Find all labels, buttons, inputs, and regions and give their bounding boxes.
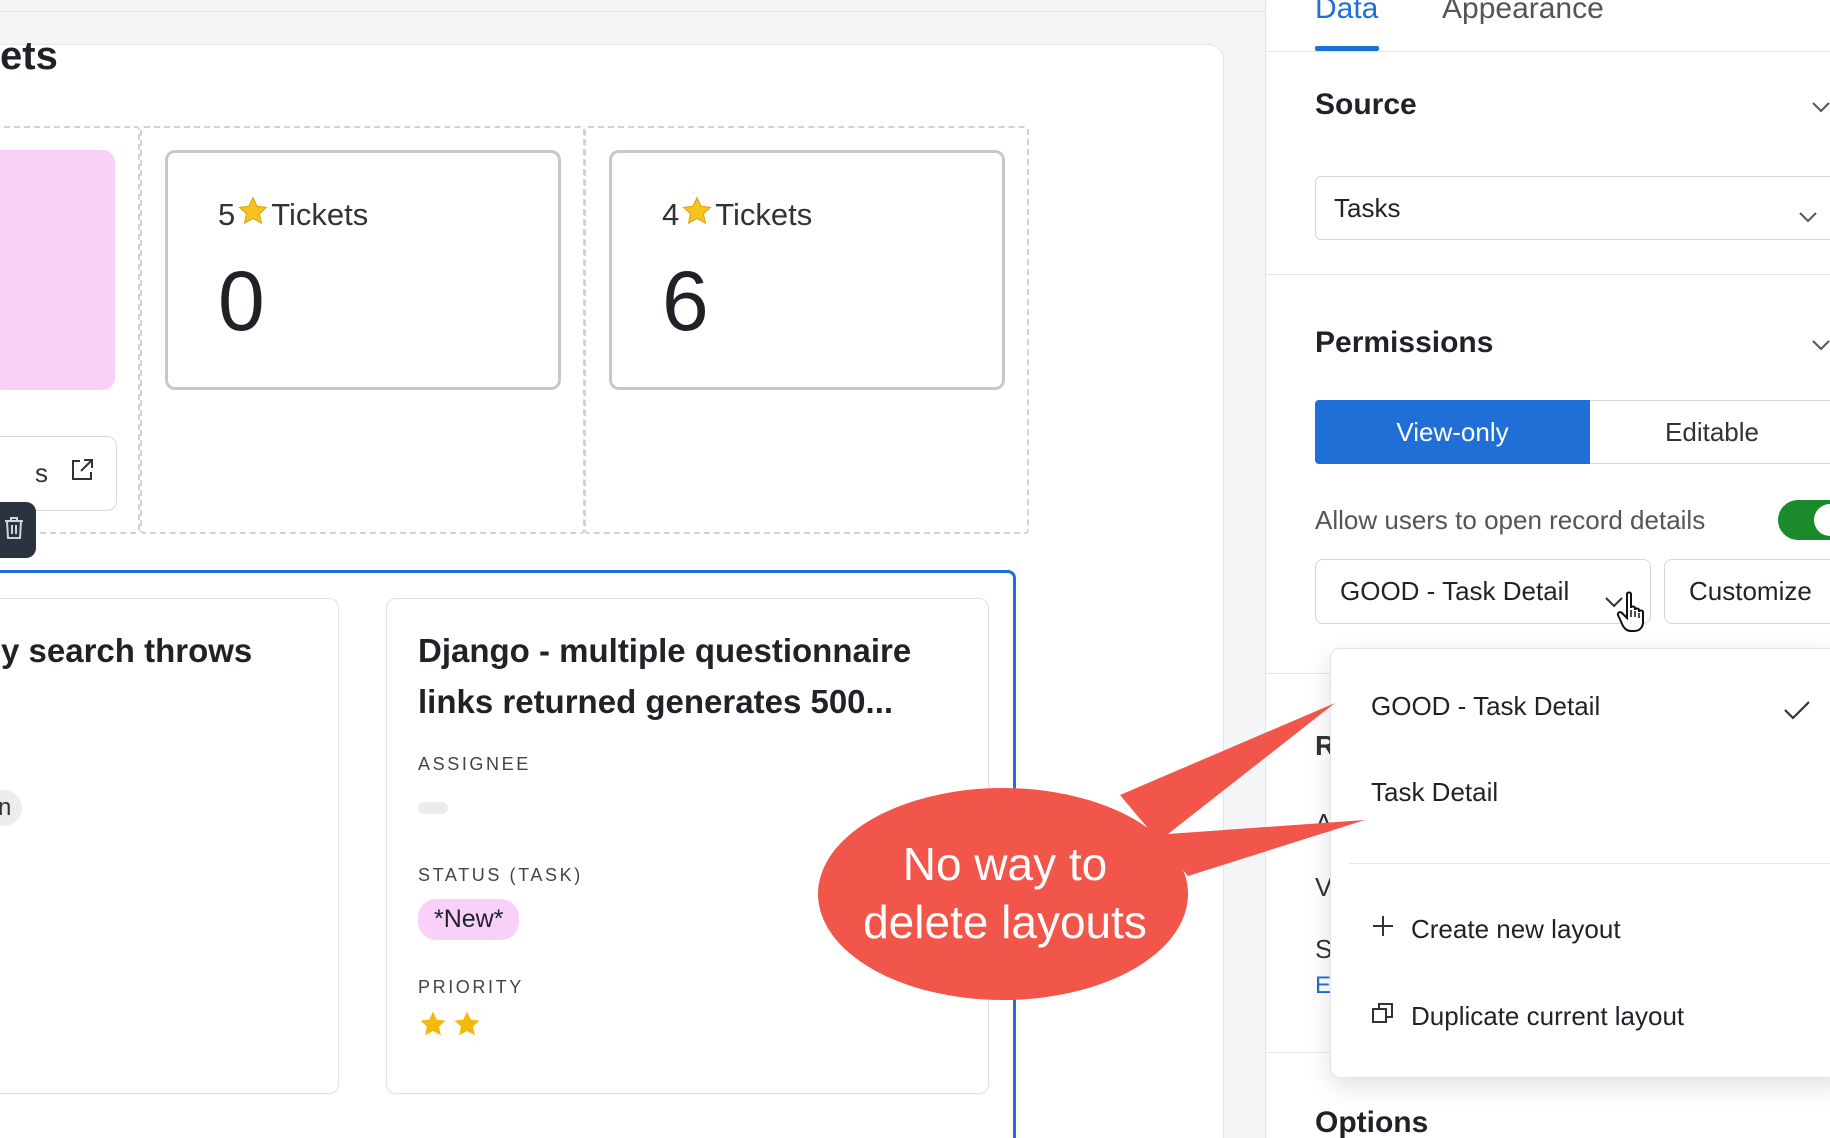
kpi-value: 0 bbox=[218, 254, 265, 348]
chevron-down-icon[interactable] bbox=[1811, 338, 1830, 358]
menu-item-label: Task Detail bbox=[1371, 777, 1499, 807]
external-link-icon bbox=[68, 456, 96, 491]
source-section-title[interactable]: Source bbox=[1315, 88, 1417, 122]
record-card[interactable]: y search throws bbox=[0, 598, 339, 1094]
kpi-star-count: 5 bbox=[218, 197, 236, 232]
kpi-card-5-star[interactable]: 5 Tickets 0 bbox=[165, 150, 561, 390]
menu-item-good-task-detail[interactable]: GOOD - Task Detail bbox=[1371, 691, 1600, 722]
status-badge: *New* bbox=[418, 899, 520, 940]
tab-data[interactable]: Data bbox=[1315, 0, 1378, 26]
assignee-label: ASSIGNEE bbox=[418, 754, 531, 774]
star-icon bbox=[452, 1009, 482, 1044]
options-section-title[interactable]: Options bbox=[1315, 1106, 1428, 1138]
status-label: STATUS (TASK) bbox=[418, 865, 583, 885]
kpi-card-4-star[interactable]: 4 Tickets 6 bbox=[609, 150, 1005, 390]
toggle-knob bbox=[1814, 504, 1830, 536]
star-emoji-icon bbox=[681, 195, 713, 235]
menu-item-label: GOOD - Task Detail bbox=[1371, 691, 1601, 721]
kpi-value: 6 bbox=[662, 254, 709, 348]
kpi-label: 5 Tickets bbox=[218, 195, 368, 235]
source-select-value: Tasks bbox=[1334, 192, 1401, 223]
star-icon bbox=[418, 1009, 448, 1044]
menu-item-task-detail[interactable]: Task Detail bbox=[1371, 777, 1498, 808]
hand-cursor-icon bbox=[1616, 590, 1652, 634]
checkmark-icon bbox=[1783, 699, 1811, 726]
view-only-option[interactable]: View-only bbox=[1315, 400, 1590, 464]
source-select[interactable]: Tasks bbox=[1315, 176, 1830, 240]
active-tab-indicator bbox=[1315, 46, 1379, 51]
link-button-label: s bbox=[35, 458, 48, 488]
card-title-line: Django - multiple questionnaire bbox=[418, 632, 912, 669]
annotation-line: delete layouts bbox=[863, 896, 1147, 948]
permissions-segmented-control: View-only Editable bbox=[1315, 400, 1830, 464]
annotation-text: No way to delete layouts bbox=[820, 835, 1190, 951]
layout-select-value: GOOD - Task Detail bbox=[1340, 576, 1570, 606]
card-title: Django - multiple questionnaire links re… bbox=[418, 625, 911, 727]
trash-icon bbox=[3, 515, 25, 546]
app-root: ets s 5 Tickets 0 4 Tickets 6 y search t… bbox=[0, 0, 1830, 1138]
section-divider bbox=[1266, 274, 1830, 275]
kpi-label-text: Tickets bbox=[271, 197, 369, 232]
card-title-line: links returned generates 500... bbox=[418, 683, 894, 720]
menu-item-label: Create new layout bbox=[1411, 914, 1621, 944]
kpi-label-text: Tickets bbox=[715, 197, 813, 232]
customize-button[interactable]: Customize bbox=[1664, 559, 1830, 624]
layout-select[interactable]: GOOD - Task Detail bbox=[1315, 559, 1651, 624]
duplicate-icon bbox=[1371, 1001, 1395, 1032]
star-emoji-icon bbox=[237, 195, 269, 235]
panel-tabs: Data Appearance bbox=[1266, 0, 1830, 52]
chevron-down-icon bbox=[1798, 199, 1818, 230]
duplicate-layout-item[interactable]: Duplicate current layout bbox=[1371, 1001, 1684, 1032]
delete-widget-button[interactable] bbox=[0, 502, 36, 558]
chart-block-pink[interactable] bbox=[0, 150, 115, 390]
tab-appearance[interactable]: Appearance bbox=[1442, 0, 1604, 26]
top-strip bbox=[0, 0, 1265, 12]
open-link-button[interactable]: s bbox=[0, 436, 117, 511]
open-record-details-toggle[interactable] bbox=[1778, 500, 1830, 540]
create-new-layout-item[interactable]: Create new layout bbox=[1371, 914, 1621, 945]
chip-text: n bbox=[0, 794, 12, 821]
plus-icon bbox=[1371, 914, 1395, 945]
annotation-line: No way to bbox=[902, 838, 1108, 890]
menu-item-label: Duplicate current layout bbox=[1411, 1001, 1685, 1031]
open-record-details-label: Allow users to open record details bbox=[1315, 505, 1706, 535]
card-title: y search throws bbox=[1, 632, 253, 669]
priority-label: PRIORITY bbox=[418, 977, 524, 997]
layout-dropdown-menu: GOOD - Task Detail Task Detail Create ne… bbox=[1330, 648, 1830, 1078]
kpi-label: 4 Tickets bbox=[662, 195, 812, 235]
permissions-section-title[interactable]: Permissions bbox=[1315, 326, 1493, 360]
assignee-empty-pill bbox=[418, 802, 448, 814]
priority-rating bbox=[418, 1009, 482, 1044]
menu-divider bbox=[1349, 863, 1830, 864]
page-title-fragment: ets bbox=[0, 34, 58, 78]
chevron-down-icon[interactable] bbox=[1811, 100, 1830, 120]
kpi-star-count: 4 bbox=[662, 197, 680, 232]
editable-option[interactable]: Editable bbox=[1590, 400, 1830, 464]
